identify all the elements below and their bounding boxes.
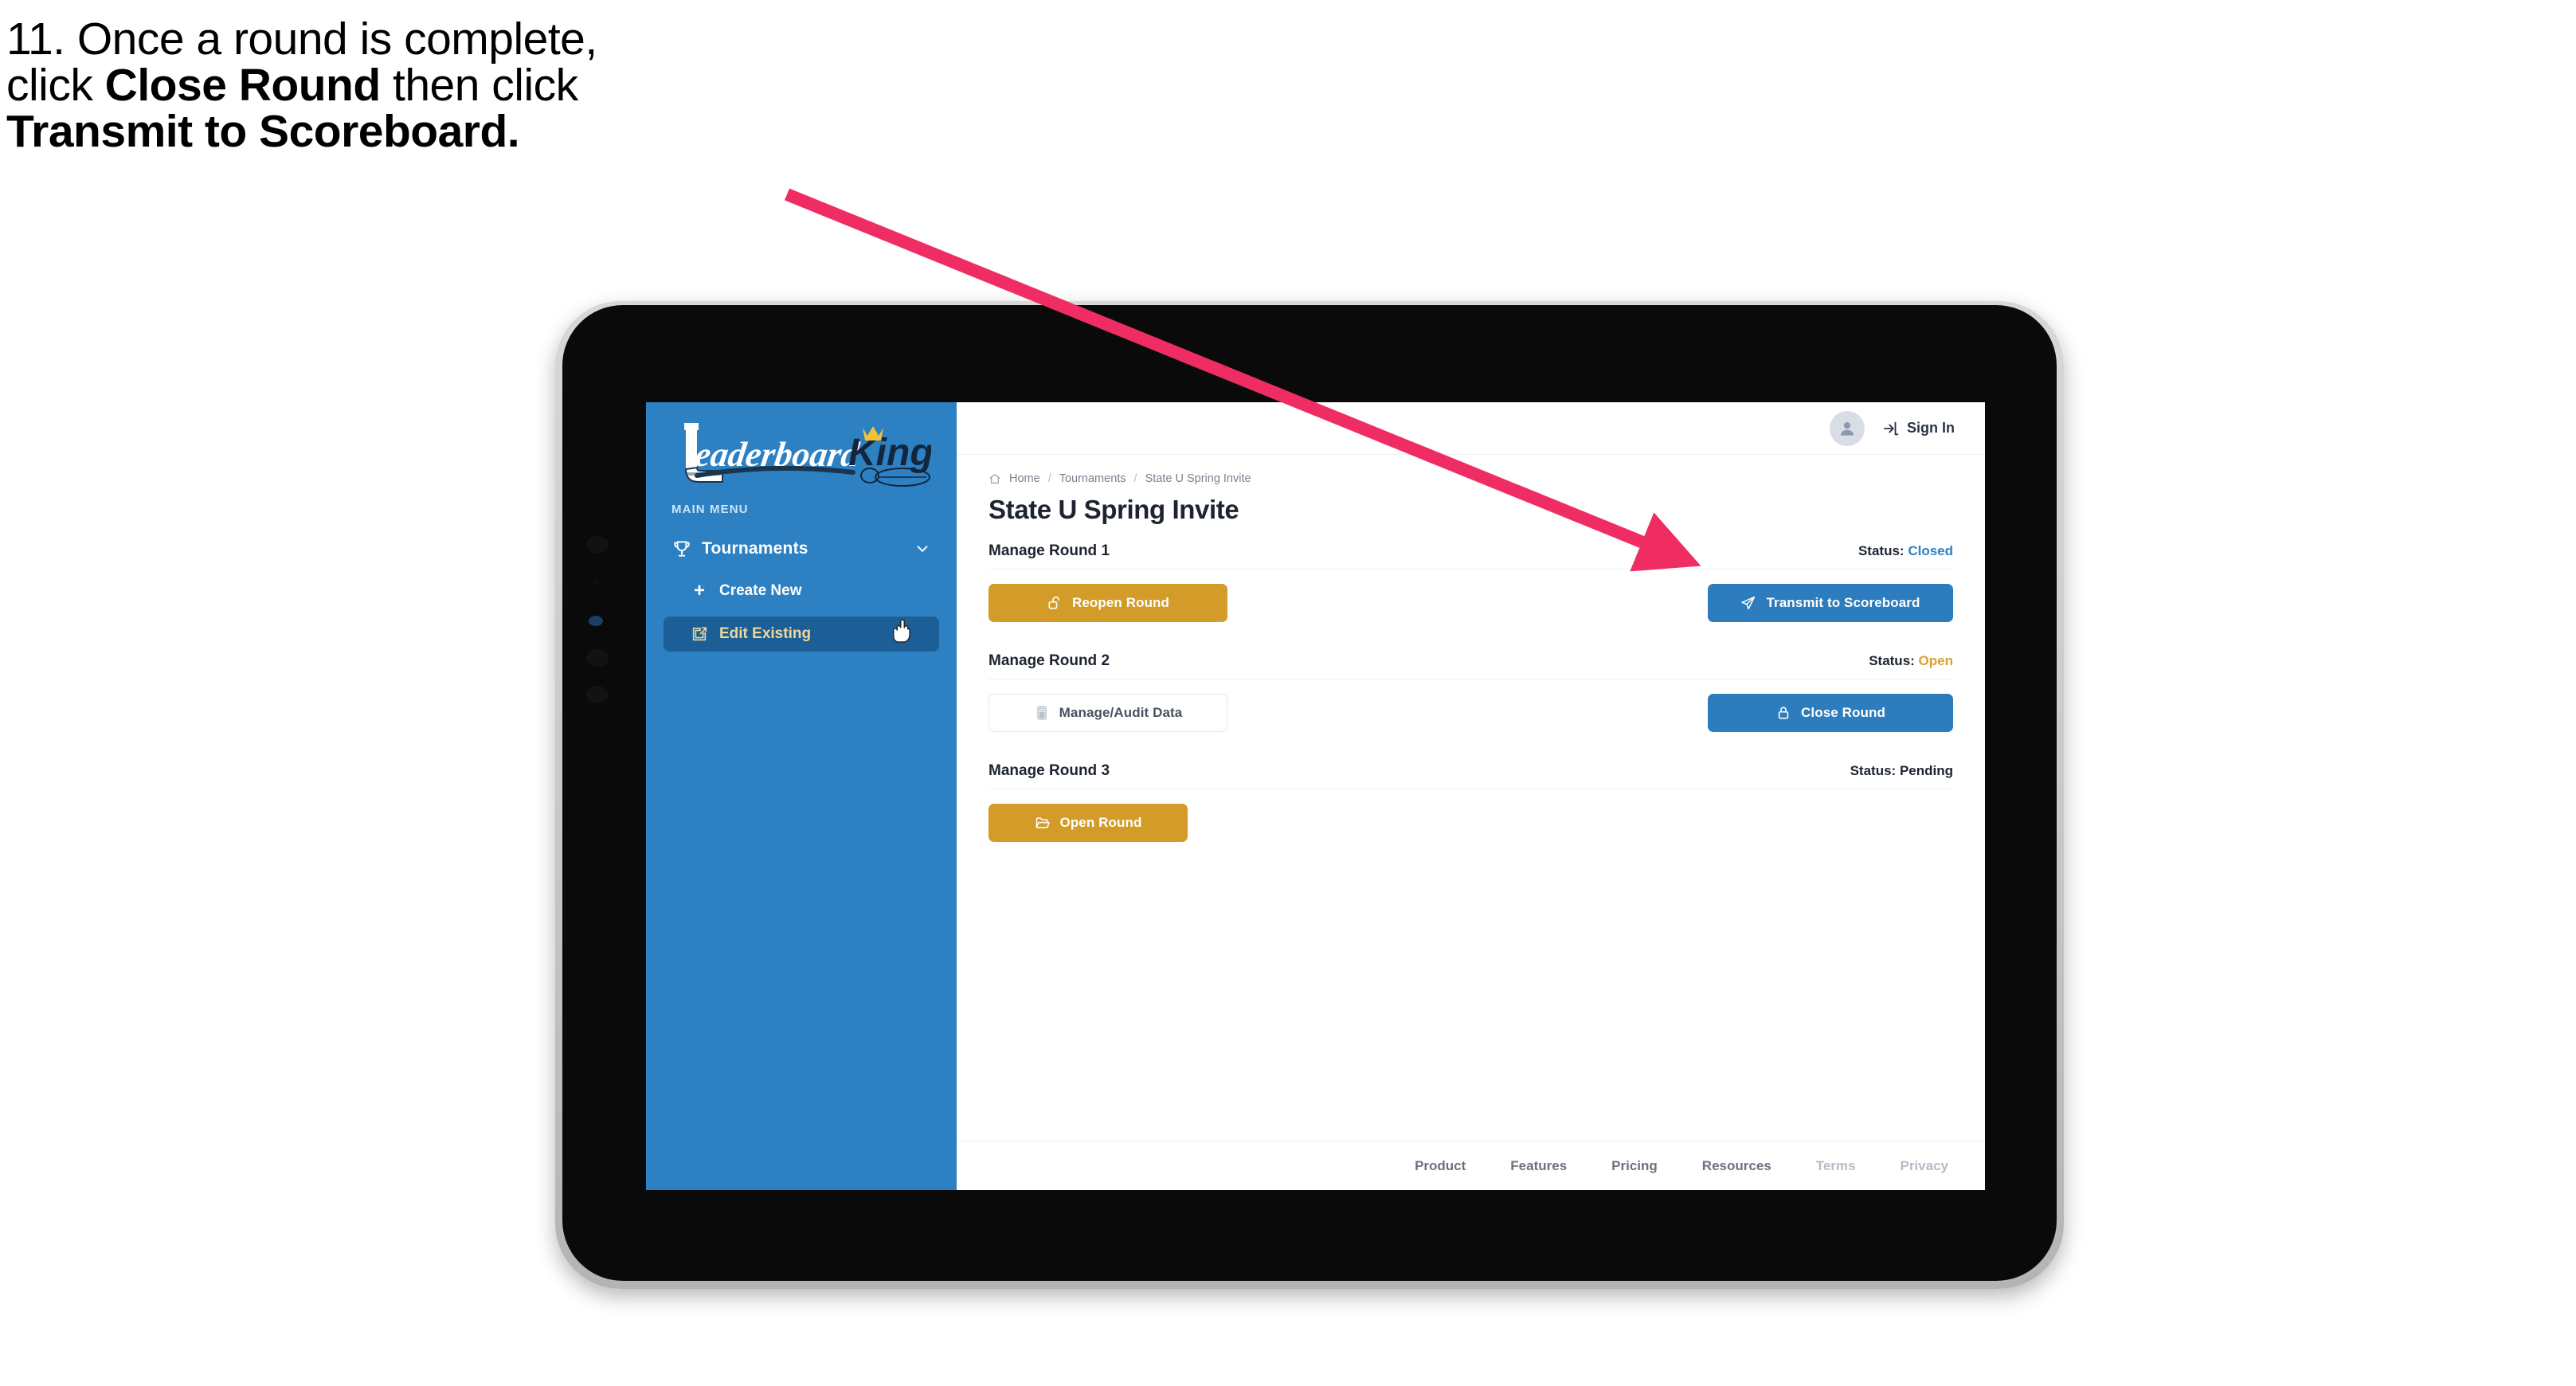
transmit-to-scoreboard-button[interactable]: Transmit to Scoreboard [1708,584,1953,622]
round-status: Status: Pending [1850,763,1953,779]
bezel-sensor-icon [586,536,609,554]
status-value: Pending [1899,763,1953,778]
round-title: Manage Round 1 [989,542,1110,559]
sidebar-group-tournaments[interactable]: Tournaments [664,532,939,566]
sign-in-label: Sign In [1907,420,1955,436]
breadcrumb-separator: / [1133,472,1137,485]
plus-icon: + [693,580,705,601]
caption-close-round-bold: Close Round [104,60,382,112]
caption-line-2-pre: click [6,60,105,112]
sidebar-item-label: Create New [719,582,802,599]
round-block-3: Manage Round 3 Status: Pending Open Roun… [989,762,1953,866]
round-header: Manage Round 2 Status: Open [989,652,1953,679]
breadcrumb: Home / Tournaments / State U Spring Invi… [989,472,1953,485]
sidebar-section-label: MAIN MENU [671,503,749,516]
paper-plane-icon [1741,596,1756,610]
footer-link-features[interactable]: Features [1510,1158,1567,1174]
footer-link-terms[interactable]: Terms [1816,1158,1856,1174]
round-header: Manage Round 1 Status: Closed [989,542,1953,570]
manage-audit-data-button[interactable]: Manage/Audit Data [989,694,1227,732]
footer-link-pricing[interactable]: Pricing [1611,1158,1658,1174]
sign-in-icon [1883,421,1899,435]
status-label: Status: [1858,543,1905,558]
bezel-camera-icon [589,616,603,626]
bezel-sensor-icon [586,686,609,703]
sidebar-item-label: Edit Existing [719,625,812,642]
sidebar: eaderboard King MAIN MENU Tournaments + … [646,402,957,1190]
app-screen: eaderboard King MAIN MENU Tournaments + … [646,402,1985,1190]
unlock-icon [1048,596,1060,609]
round-actions: Manage/Audit Data Close Round [989,679,1953,756]
round-status: Status: Open [1869,653,1953,669]
home-icon[interactable] [989,472,1001,485]
round-title: Manage Round 3 [989,762,1110,779]
chevron-down-icon[interactable] [914,540,931,558]
pointing-hand-cursor [893,619,910,643]
breadcrumb-item-current: State U Spring Invite [1145,472,1251,485]
caption-line-3: Transmit to Scoreboard. [6,108,851,155]
open-round-button[interactable]: Open Round [989,804,1188,842]
round-title: Manage Round 2 [989,652,1110,669]
button-label: Transmit to Scoreboard [1766,595,1920,610]
round-block-2: Manage Round 2 Status: Open Manage/Audit… [989,652,1953,756]
breadcrumb-item-home[interactable]: Home [1009,472,1040,485]
caption-line-2-post: then click [380,60,578,112]
status-label: Status: [1869,653,1915,668]
screenshot-root: 11. Once a round is complete, click Clos… [0,0,2576,1386]
caption-line-2: click Close Round then click [6,62,851,108]
round-block-1: Manage Round 1 Status: Closed Reopen Rou… [989,542,1953,646]
caption-transmit-bold: Transmit to Scoreboard. [6,106,520,158]
leaderboard-king-logo-icon: eaderboard King [684,423,931,487]
caption-line-1: 11. Once a round is complete, [6,14,597,65]
status-value: Open [1918,653,1953,668]
bezel-sensor-icon [586,649,609,667]
lock-icon [1778,707,1789,719]
round-actions: Open Round [989,789,1953,866]
reopen-round-button[interactable]: Reopen Round [989,584,1227,622]
instruction-caption: 11. Once a round is complete, click Clos… [6,16,851,155]
avatar[interactable] [1830,410,1865,446]
footer-link-resources[interactable]: Resources [1702,1158,1771,1174]
breadcrumb-separator: / [1047,472,1051,485]
sidebar-group-label: Tournaments [702,539,808,558]
round-status: Status: Closed [1858,543,1953,559]
status-label: Status: [1850,763,1897,778]
bezel-sensor-icon [592,580,599,585]
footer-link-privacy[interactable]: Privacy [1901,1158,1949,1174]
brand-logo[interactable]: eaderboard King [646,402,957,498]
content-body: Home / Tournaments / State U Spring Invi… [957,455,1985,872]
footer: Product Features Pricing Resources Terms… [957,1141,1985,1190]
user-avatar-icon [1840,421,1854,436]
button-label: Close Round [1801,705,1885,720]
button-label: Manage/Audit Data [1059,705,1183,720]
footer-link-product[interactable]: Product [1415,1158,1466,1174]
sign-in-button[interactable]: Sign In [1882,420,1955,437]
tablet-bezel: eaderboard King MAIN MENU Tournaments + … [562,305,2057,1281]
top-bar: Sign In [957,402,1985,455]
sidebar-item-create-new[interactable]: + Create New [664,574,939,609]
main-content: Sign In Home / Tournaments / State U Spr… [957,402,1985,1190]
round-actions: Reopen Round Transmit to Scoreboard [989,570,1953,646]
close-round-button[interactable]: Close Round [1708,694,1953,732]
svg-text:King: King [848,432,931,474]
tablet-device: eaderboard King MAIN MENU Tournaments + … [555,301,2064,1289]
round-header: Manage Round 3 Status: Pending [989,762,1953,789]
button-label: Reopen Round [1071,595,1170,610]
edit-square-icon [692,627,707,641]
folder-open-icon [1035,817,1050,828]
page-title: State U Spring Invite [989,495,1239,524]
status-value: Closed [1908,543,1953,558]
button-label: Open Round [1059,815,1142,830]
trophy-icon [674,541,690,557]
calculator-icon [1036,706,1047,720]
breadcrumb-item-tournaments[interactable]: Tournaments [1059,472,1126,485]
